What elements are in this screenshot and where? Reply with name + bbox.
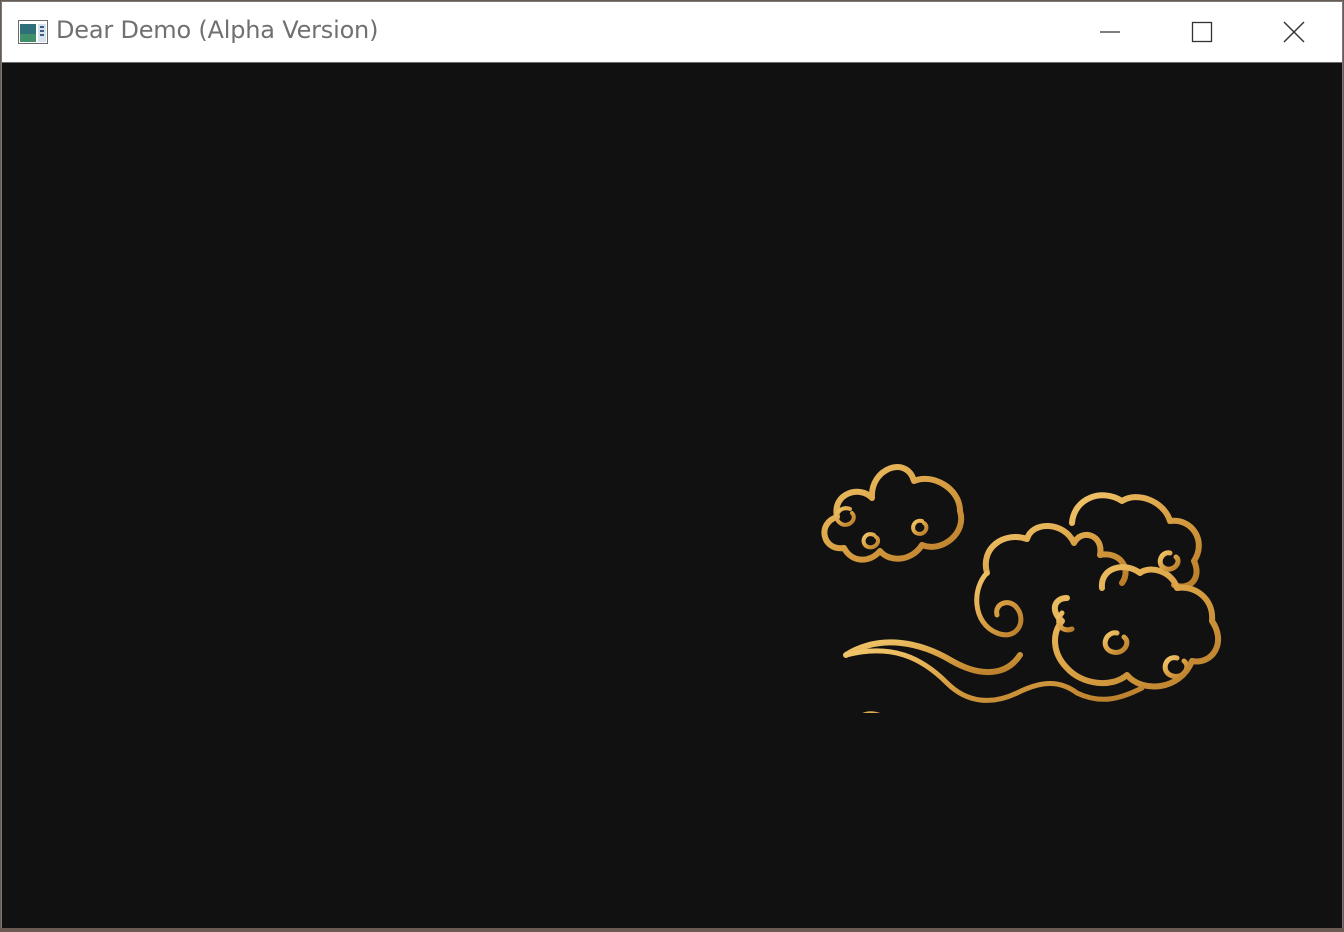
maximize-icon	[1191, 21, 1213, 43]
render-canvas[interactable]	[2, 63, 1342, 928]
minimize-button[interactable]	[1064, 2, 1156, 62]
title-bar[interactable]: Dear Demo (Alpha Version)	[2, 2, 1342, 63]
close-icon	[1283, 21, 1305, 43]
gold-cloud-ornament	[821, 464, 1221, 713]
app-icon	[18, 20, 48, 44]
window-title: Dear Demo (Alpha Version)	[56, 16, 379, 44]
close-button[interactable]	[1248, 2, 1340, 62]
maximize-button[interactable]	[1156, 2, 1248, 62]
minimize-icon	[1100, 31, 1120, 33]
app-window: Dear Demo (Alpha Version)	[1, 1, 1343, 928]
